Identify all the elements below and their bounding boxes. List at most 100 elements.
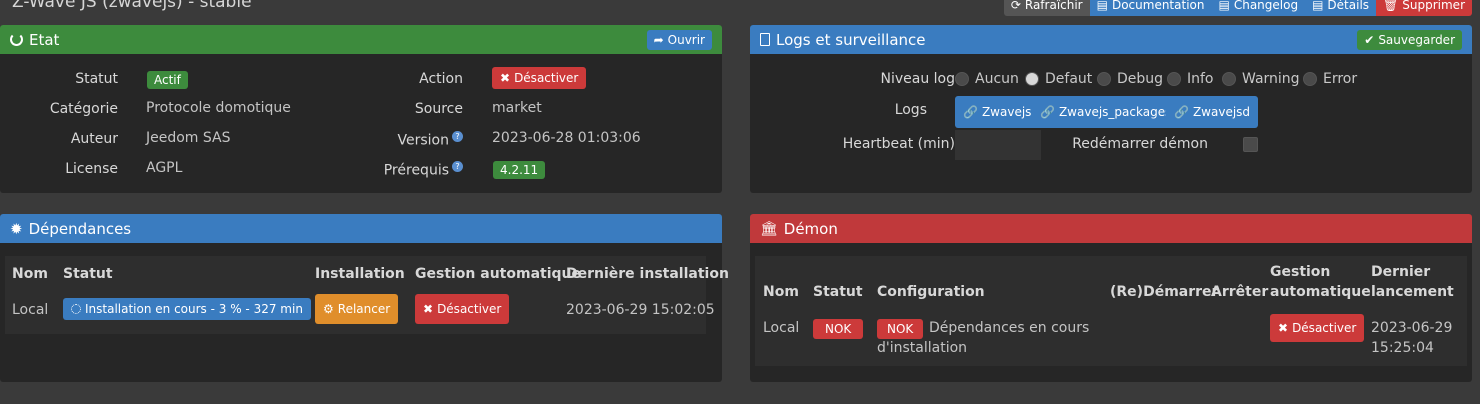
prerequis-label-wrap: Prérequis? — [384, 161, 463, 179]
demon-dernier-2: 15:25:04 — [1371, 340, 1434, 356]
statut-label: Statut — [75, 71, 118, 87]
demon-desactiver-label: Désactiver — [1292, 321, 1357, 335]
source-value: market — [492, 100, 542, 116]
refresh-button[interactable]: ⟳ Rafraîchir — [1003, 0, 1090, 16]
col-nom: Nom — [763, 284, 799, 300]
open-button[interactable]: ➦ Ouvrir — [646, 29, 712, 50]
dep-status-label: Installation en cours - 3 % - 327 min — [85, 302, 303, 316]
documentation-label: Documentation — [1111, 0, 1205, 12]
logs-title: Logs et surveillance — [776, 30, 926, 49]
logs-header: Logs et surveillance ✔ Sauvegarder — [750, 25, 1472, 54]
desactiver-plugin-button[interactable]: ✖ Désactiver — [492, 67, 587, 89]
demon-status-badge: NOK — [813, 319, 864, 339]
demon-title: Démon — [783, 219, 838, 238]
heartbeat-input[interactable] — [955, 130, 1041, 160]
radio-label: Debug — [1117, 71, 1164, 87]
radio-label: Warning — [1242, 71, 1300, 87]
page-title: Z-Wave JS (zwavejs) - stable — [12, 0, 252, 12]
book-icon: ▤ — [1096, 0, 1108, 12]
config-status-badge: NOK — [877, 319, 924, 339]
spinner-icon — [71, 304, 81, 314]
col-gestion-1: Gestion — [1270, 264, 1331, 280]
share-icon: ➦ — [653, 32, 664, 47]
dep-nom: Local — [12, 302, 49, 318]
radio-debug[interactable]: Debug — [1097, 71, 1163, 87]
radio-warning[interactable]: Warning — [1222, 71, 1300, 87]
log-zwavejs-button[interactable]: 🔗 Zwavejs — [955, 96, 1040, 128]
radio-aucun[interactable]: Aucun — [955, 71, 1019, 87]
radio-dot — [1025, 72, 1039, 86]
documentation-button[interactable]: ▤ Documentation — [1089, 0, 1212, 16]
action-label: Action — [419, 71, 463, 87]
radio-defaut[interactable]: Defaut — [1025, 71, 1092, 87]
config-status-label: NOK — [887, 322, 914, 336]
relancer-button[interactable]: ⚙ Relancer — [315, 294, 399, 324]
save-button[interactable]: ✔ Sauvegarder — [1357, 29, 1462, 50]
file-icon — [760, 33, 770, 46]
logs-label: Logs — [894, 102, 927, 118]
demon-dernier-1: 2023-06-29 — [1371, 320, 1453, 336]
delete-button[interactable]: 🗑 Supprimer — [1376, 0, 1472, 16]
demon-nom: Local — [763, 320, 800, 336]
categorie-value: Protocole domotique — [146, 100, 291, 116]
refresh-icon: ⟳ — [1010, 0, 1021, 12]
bank-icon: 🏛 — [760, 220, 778, 237]
col-gestion: Gestion automatique — [415, 266, 582, 282]
radio-label: Info — [1187, 71, 1214, 87]
auteur-label: Auteur — [70, 131, 118, 147]
log-button-label: Zwavejsd — [1192, 105, 1251, 119]
prerequis-badge: 4.2.11 — [493, 161, 546, 179]
demon-status-label: NOK — [825, 322, 852, 336]
auteur-value: Jeedom SAS — [146, 130, 231, 146]
dependances-header: ✹ Dépendances — [0, 214, 722, 243]
top-toolbar: ⟳ Rafraîchir ▤ Documentation ▤ Changelog ▤ D… — [1003, 0, 1472, 16]
statut-badge: Actif — [147, 71, 188, 89]
book-icon: ▤ — [1312, 0, 1324, 12]
restart-demon-checkbox[interactable] — [1243, 137, 1258, 152]
config-text-1: Dépendances en cours — [929, 320, 1090, 336]
relancer-label: Relancer — [337, 302, 391, 316]
col-installation: Installation — [315, 266, 405, 282]
paperclip-icon: 🔗 — [963, 105, 978, 119]
log-zwavejsd-button[interactable]: 🔗 Zwavejsd — [1166, 96, 1259, 128]
demon-table: Nom Statut Configuration (Re)Démarrer Ar… — [755, 256, 1467, 366]
dependances-panel: ✹ Dépendances Nom Statut Installation Ge… — [0, 214, 729, 382]
col-gestion-2: automatique — [1270, 284, 1371, 300]
etat-header: Etat ➦ Ouvrir — [0, 25, 722, 54]
check-circle-icon: ✔ — [1364, 32, 1375, 47]
dep-status-badge: Installation en cours - 3 % - 327 min — [63, 298, 311, 320]
save-label: Sauvegarder — [1378, 32, 1455, 47]
delete-label: Supprimer — [1402, 0, 1465, 12]
changelog-button[interactable]: ▤ Changelog — [1211, 0, 1306, 16]
radio-info[interactable]: Info — [1167, 71, 1214, 87]
desactiver-label: Désactiver — [514, 71, 579, 85]
col-statut: Statut — [813, 284, 863, 300]
radio-dot — [1222, 72, 1236, 86]
x-icon: ✖ — [1278, 321, 1289, 335]
question-icon[interactable]: ? — [452, 161, 463, 172]
col-configuration: Configuration — [877, 284, 985, 300]
details-button[interactable]: ▤ Détails — [1305, 0, 1377, 16]
radio-error[interactable]: Error — [1303, 71, 1357, 87]
categorie-label: Catégorie — [49, 101, 118, 117]
demon-desactiver-button[interactable]: ✖ Désactiver — [1270, 314, 1365, 342]
book-icon: ▤ — [1218, 0, 1230, 12]
col-derniere: Dernière installation — [566, 266, 729, 282]
radio-label: Aucun — [975, 71, 1019, 87]
radio-label: Defaut — [1045, 71, 1093, 87]
log-button-label: Zwavejs_packages — [1058, 105, 1172, 119]
dependances-table: Nom Statut Installation Gestion automati… — [5, 256, 729, 334]
license-value: AGPL — [146, 160, 183, 176]
radio-dot — [1303, 72, 1317, 86]
col-dernier-2: lancement — [1371, 284, 1454, 300]
open-label: Ouvrir — [667, 32, 705, 47]
log-zwavejs-packages-button[interactable]: 🔗 Zwavejs_packages — [1032, 96, 1180, 128]
config-text-2: d'installation — [877, 340, 968, 356]
paperclip-icon: 🔗 — [1174, 105, 1189, 119]
dep-desactiver-button[interactable]: ✖ Désactiver — [415, 294, 510, 324]
x-icon: ✖ — [500, 71, 511, 85]
log-button-label: Zwavejs — [981, 105, 1032, 119]
col-statut: Statut — [63, 266, 113, 282]
question-icon[interactable]: ? — [452, 131, 463, 142]
demon-panel: 🏛 Démon Nom Statut Configuration (Re)Dém… — [750, 214, 1472, 382]
